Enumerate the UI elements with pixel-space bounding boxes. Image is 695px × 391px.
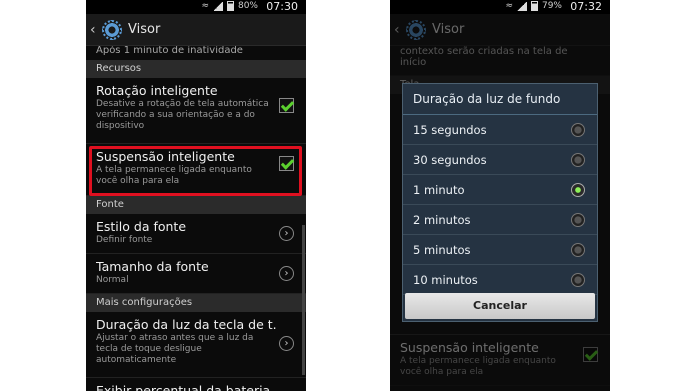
status-bar: ≈ 79% 07:32 — [390, 0, 610, 14]
bg-item-text: contexto serão criadas na tela de início — [400, 46, 568, 68]
wifi-icon: ≈ — [505, 1, 513, 11]
section-fonte: Fonte — [86, 196, 306, 214]
signal-icon — [212, 1, 223, 11]
option-label: 15 segundos — [413, 123, 487, 137]
radio-unselected-icon[interactable] — [571, 213, 585, 227]
highlight-box — [89, 146, 302, 196]
option-label: 2 minutos — [413, 213, 471, 227]
option-label: 1 minuto — [413, 183, 465, 197]
radio-unselected-icon[interactable] — [571, 153, 585, 167]
radio-unselected-icon[interactable] — [571, 243, 585, 257]
partial-item-summary: Após 1 minuto de inatividade — [96, 46, 243, 56]
battery-icon — [530, 1, 538, 11]
setting-subtitle: A tela permanece ligada enquanto você ol… — [400, 356, 556, 377]
radio-option[interactable]: 5 minutos — [403, 235, 597, 265]
chevron-right-icon: › — [279, 266, 294, 281]
radio-selected-icon[interactable] — [571, 183, 585, 197]
section-recursos: Recursos — [86, 60, 306, 78]
option-label: 5 minutos — [413, 243, 471, 257]
setting-title: Rotação inteligente — [96, 83, 218, 98]
options-list: 15 segundos 30 segundos 1 minuto 2 minutos 5… — [403, 115, 597, 295]
settings-gear-icon[interactable] — [102, 19, 122, 40]
page-title: Visor — [128, 22, 161, 37]
bg-item-partial: contexto serão criadas na tela de início — [390, 46, 610, 76]
section-mais-configuracoes: Mais configurações — [86, 294, 306, 312]
status-bar: ≈ 80% 07:30 — [86, 0, 306, 14]
right-phone-screen: ≈ 79% 07:32 ‹ Visor contexto serão criad… — [390, 0, 610, 391]
wifi-icon: ≈ — [201, 1, 209, 11]
setting-rotacao-inteligente[interactable]: Rotação inteligente Desative a rotação d… — [86, 78, 306, 144]
clock: 07:32 — [570, 0, 602, 13]
cancel-button[interactable]: Cancelar — [405, 293, 595, 319]
signal-icon — [516, 1, 527, 11]
battery-icon — [226, 1, 234, 11]
page-title: Visor — [432, 22, 465, 37]
radio-option[interactable]: 30 segundos — [403, 145, 597, 175]
setting-tamanho-fonte[interactable]: Tamanho da fonte Normal › — [86, 254, 306, 294]
setting-title: Tamanho da fonte — [96, 259, 209, 274]
setting-exibir-percentual-bateria[interactable]: Exibir percentual da bateria — [86, 378, 306, 391]
option-label: 10 minutos — [413, 273, 478, 287]
checkbox-checked-icon — [583, 347, 598, 362]
radio-option[interactable]: 15 segundos — [403, 115, 597, 145]
setting-duracao-luz-tecla[interactable]: Duração da luz da tecla de t. Ajustar o … — [86, 312, 306, 378]
clock: 07:30 — [266, 0, 298, 13]
dialog-title: Duração da luz de fundo — [403, 84, 597, 115]
scrollbar[interactable] — [302, 225, 305, 375]
setting-title: Estilo da fonte — [96, 219, 187, 234]
setting-title: Exibir percentual da bateria — [96, 383, 271, 391]
radio-option[interactable]: 2 minutos — [403, 205, 597, 235]
radio-option[interactable]: 10 minutos — [403, 265, 597, 295]
chevron-right-icon: › — [279, 226, 294, 241]
setting-subtitle: Definir fonte — [96, 235, 153, 245]
option-label: 30 segundos — [413, 153, 487, 167]
setting-title: Suspensão inteligente — [400, 340, 539, 355]
chevron-right-icon: › — [279, 336, 294, 351]
backlight-duration-dialog: Duração da luz de fundo 15 segundos 30 se… — [402, 83, 598, 322]
action-bar: ‹ Visor — [390, 14, 610, 46]
battery-percent: 80% — [237, 1, 258, 11]
radio-option[interactable]: 1 minuto — [403, 175, 597, 205]
back-icon: ‹ — [394, 21, 400, 38]
setting-subtitle: Ajustar o atraso antes que a luz da tecl… — [96, 333, 254, 365]
bg-setting-suspensao: Suspensão inteligente A tela permanece l… — [390, 334, 610, 386]
back-icon[interactable]: ‹ — [90, 22, 100, 38]
setting-estilo-fonte[interactable]: Estilo da fonte Definir fonte › — [86, 214, 306, 254]
checkbox-checked-icon[interactable] — [279, 98, 294, 113]
setting-subtitle: Desative a rotação de tela automática ve… — [96, 99, 269, 131]
left-phone-screen: ≈ 80% 07:30 ‹ Visor Após 1 minuto de ina… — [86, 0, 306, 391]
settings-gear-icon — [406, 19, 426, 40]
setting-title: Duração da luz da tecla de t. — [96, 317, 276, 332]
radio-unselected-icon[interactable] — [571, 273, 585, 287]
battery-percent: 79% — [541, 1, 562, 11]
radio-unselected-icon[interactable] — [571, 123, 585, 137]
action-bar: ‹ Visor — [86, 14, 306, 46]
setting-subtitle: Normal — [96, 275, 129, 285]
